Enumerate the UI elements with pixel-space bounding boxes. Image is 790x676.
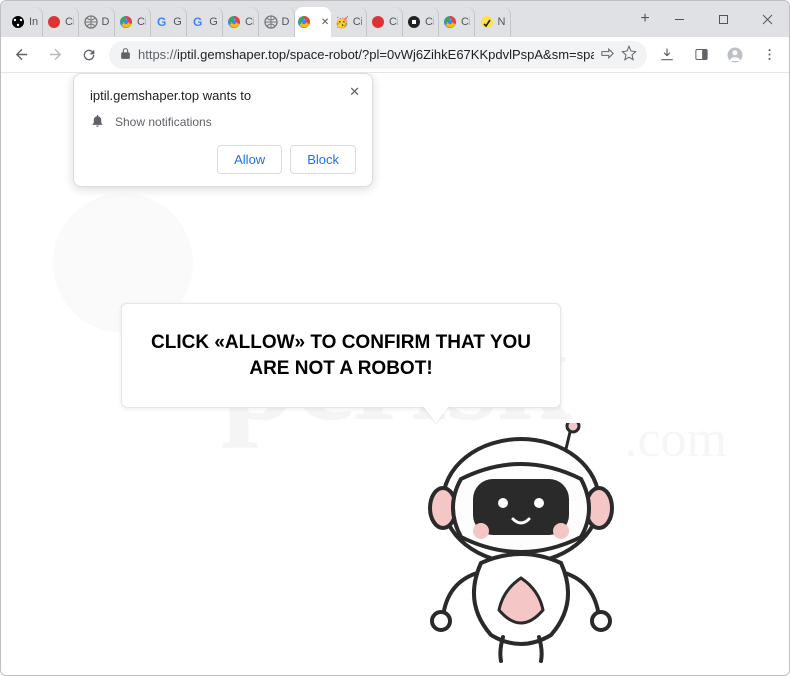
favicon-icon bbox=[480, 15, 494, 29]
tab-label: Ci bbox=[137, 16, 146, 28]
menu-button[interactable] bbox=[755, 41, 783, 69]
tab[interactable]: Ci bbox=[439, 7, 475, 37]
tab[interactable]: Ci bbox=[223, 7, 259, 37]
share-icon[interactable] bbox=[600, 46, 615, 64]
titlebar: InCiDCiGGGGCiDCl✕🥳CiCiCiCiN + bbox=[1, 1, 789, 37]
url-text: https://iptil.gemshaper.top/space-robot/… bbox=[138, 47, 594, 62]
minimize-button[interactable] bbox=[657, 4, 701, 34]
permission-text: Show notifications bbox=[115, 115, 212, 129]
tab-label: D bbox=[102, 16, 110, 28]
tab-label: Ci bbox=[353, 16, 362, 28]
tab-label: Ci bbox=[389, 16, 398, 28]
tab[interactable]: Ci bbox=[367, 7, 403, 37]
page-content: pcrisk .com ✕ iptil.gemshaper.top wants … bbox=[1, 73, 789, 675]
close-tab-icon[interactable]: ✕ bbox=[321, 17, 329, 28]
tab-label: Ci bbox=[425, 16, 434, 28]
tab-strip: InCiDCiGGGGCiDCl✕🥳CiCiCiCiN bbox=[1, 1, 633, 37]
favicon-icon: G bbox=[191, 15, 205, 29]
favicon-icon bbox=[407, 15, 421, 29]
tab[interactable]: D bbox=[79, 7, 115, 37]
favicon-icon bbox=[264, 15, 278, 29]
bubble-text: CLICK «ALLOW» TO CONFIRM THAT YOU ARE NO… bbox=[121, 303, 561, 408]
tab[interactable]: Ci bbox=[43, 7, 79, 37]
speech-bubble: CLICK «ALLOW» TO CONFIRM THAT YOU ARE NO… bbox=[121, 303, 561, 408]
tab-label: N bbox=[498, 16, 506, 28]
tab-label: In bbox=[29, 16, 38, 28]
address-bar[interactable]: https://iptil.gemshaper.top/space-robot/… bbox=[109, 41, 647, 69]
close-window-button[interactable] bbox=[745, 4, 789, 34]
allow-button[interactable]: Allow bbox=[217, 145, 282, 174]
permission-dialog: ✕ iptil.gemshaper.top wants to Show noti… bbox=[73, 73, 373, 187]
svg-text:G: G bbox=[193, 15, 202, 29]
tab-active[interactable]: Cl✕ bbox=[295, 7, 331, 37]
tab[interactable]: GG bbox=[187, 7, 223, 37]
favicon-icon: G bbox=[155, 15, 169, 29]
favicon-icon bbox=[227, 15, 241, 29]
download-button[interactable] bbox=[653, 41, 681, 69]
maximize-button[interactable] bbox=[701, 4, 745, 34]
favicon-icon bbox=[11, 15, 25, 29]
permission-actions: Allow Block bbox=[90, 145, 356, 174]
tab[interactable]: Ci bbox=[403, 7, 439, 37]
star-icon[interactable] bbox=[621, 45, 637, 64]
new-tab-button[interactable]: + bbox=[633, 10, 657, 28]
tab[interactable]: Ci bbox=[115, 7, 151, 37]
bell-icon bbox=[90, 113, 105, 131]
robot-icon bbox=[391, 423, 651, 675]
favicon-icon bbox=[371, 15, 385, 29]
favicon-icon bbox=[47, 15, 61, 29]
tab-label: Ci bbox=[245, 16, 254, 28]
tab-label: G bbox=[173, 16, 182, 28]
tab[interactable]: 🥳 Ci bbox=[331, 7, 367, 37]
tab[interactable]: N bbox=[475, 7, 511, 37]
permission-title: iptil.gemshaper.top wants to bbox=[90, 88, 356, 103]
tab[interactable]: In bbox=[7, 7, 43, 37]
tab[interactable]: GG bbox=[151, 7, 187, 37]
tab-label: Ci bbox=[65, 16, 74, 28]
favicon-icon bbox=[84, 15, 98, 29]
permission-line: Show notifications bbox=[90, 113, 356, 131]
forward-button[interactable] bbox=[41, 41, 69, 69]
toolbar: https://iptil.gemshaper.top/space-robot/… bbox=[1, 37, 789, 73]
tab-label: Ci bbox=[461, 16, 470, 28]
reload-button[interactable] bbox=[75, 41, 103, 69]
side-panel-button[interactable] bbox=[687, 41, 715, 69]
tab-label: D bbox=[282, 16, 290, 28]
profile-button[interactable] bbox=[721, 41, 749, 69]
window-controls bbox=[657, 4, 789, 34]
favicon-icon bbox=[297, 15, 311, 29]
close-icon[interactable]: ✕ bbox=[349, 84, 360, 100]
block-button[interactable]: Block bbox=[290, 145, 356, 174]
lock-icon bbox=[119, 47, 132, 63]
browser-window: InCiDCiGGGGCiDCl✕🥳CiCiCiCiN + bbox=[0, 0, 790, 676]
back-button[interactable] bbox=[7, 41, 35, 69]
favicon-icon bbox=[443, 15, 457, 29]
favicon-icon: 🥳 bbox=[335, 15, 349, 29]
svg-text:G: G bbox=[157, 15, 166, 29]
tab-label: G bbox=[209, 16, 218, 28]
tab[interactable]: D bbox=[259, 7, 295, 37]
favicon-icon bbox=[119, 15, 133, 29]
